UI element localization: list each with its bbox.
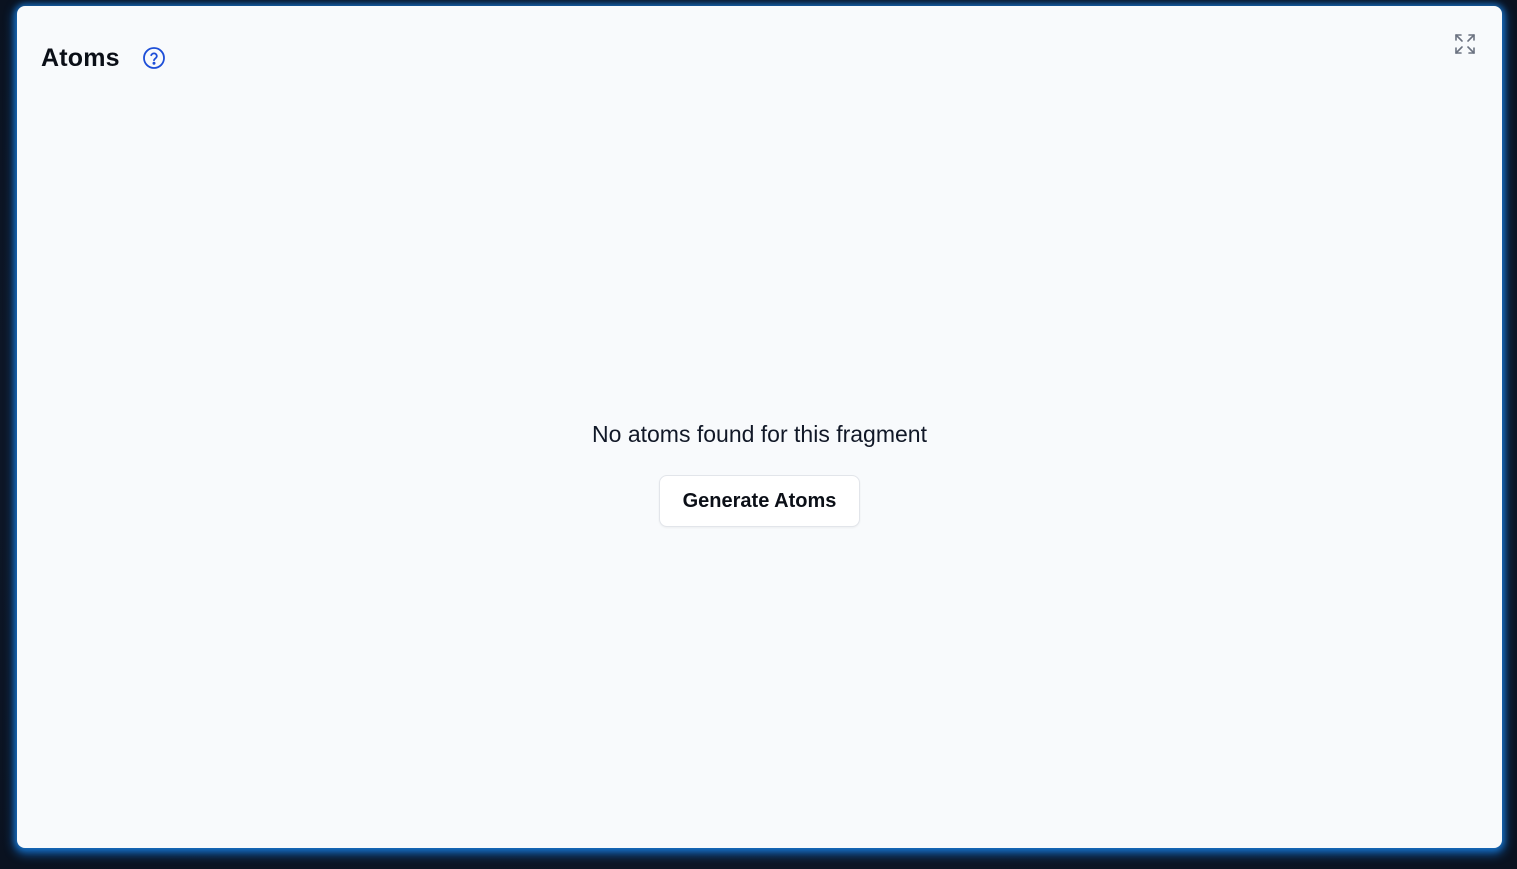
panel-header: Atoms	[41, 42, 166, 74]
empty-state: No atoms found for this fragment Generat…	[17, 416, 1502, 527]
panel-title: Atoms	[41, 43, 120, 72]
atoms-panel: Atoms No atoms found for this fragment G…	[17, 6, 1502, 848]
empty-state-message: No atoms found for this fragment	[592, 421, 927, 447]
maximize-icon[interactable]	[1454, 33, 1476, 55]
generate-atoms-button[interactable]: Generate Atoms	[658, 475, 861, 527]
help-icon[interactable]	[142, 46, 166, 70]
